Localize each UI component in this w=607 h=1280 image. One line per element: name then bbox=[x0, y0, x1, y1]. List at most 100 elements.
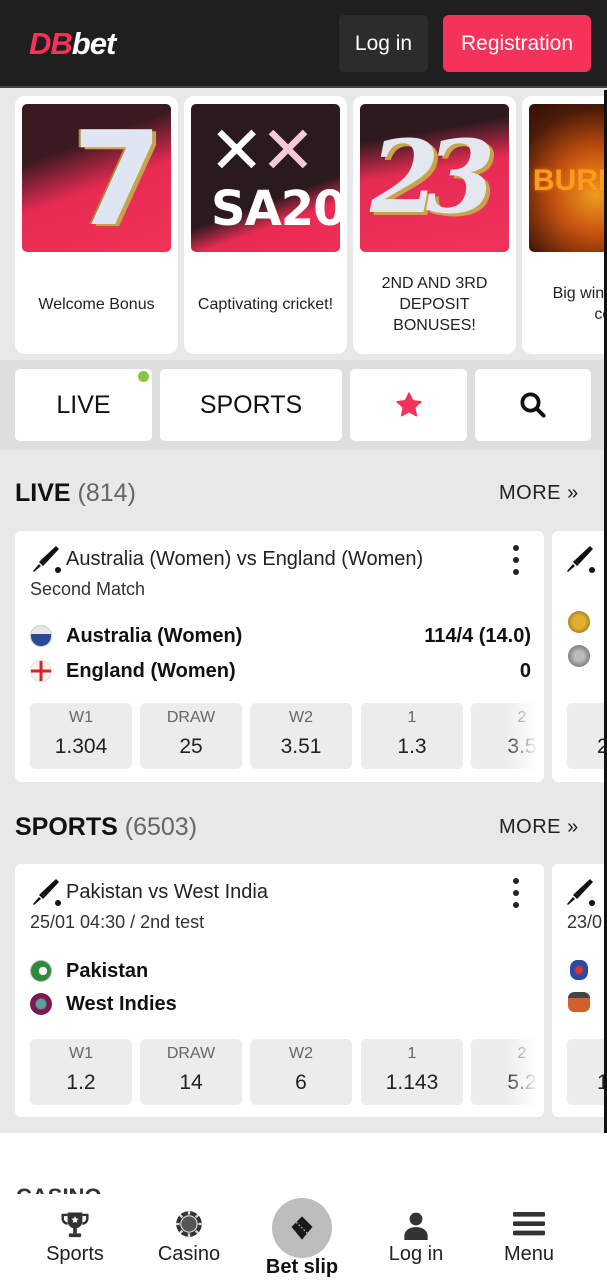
live-indicator-dot bbox=[138, 371, 149, 382]
live-more-link[interactable]: MORE » bbox=[499, 482, 579, 505]
sports-count: (6503) bbox=[124, 813, 198, 841]
odd-label: W1 bbox=[69, 1045, 93, 1062]
registration-button[interactable]: Registration bbox=[443, 15, 591, 72]
nav-label: Casino bbox=[157, 1243, 221, 1265]
tab-search[interactable] bbox=[475, 369, 591, 441]
promo-caption: 2ND AND 3RD DEPOSIT BONUSES! bbox=[381, 274, 488, 334]
odd-button[interactable]: 1 bbox=[567, 1039, 607, 1105]
odd-button-w1[interactable]: W1 1.304 bbox=[30, 703, 132, 769]
promo-card-deposit-bonuses[interactable]: 23 2ND AND 3RD DEPOSIT BONUSES! bbox=[353, 96, 516, 354]
cricket-bat-icon bbox=[567, 546, 595, 573]
sports-section-title: SPORTS (6503) bbox=[15, 812, 197, 842]
odd-value: 14 bbox=[179, 1071, 203, 1094]
nav-betslip-label[interactable]: Bet slip bbox=[250, 1256, 354, 1279]
nav-label: Menu bbox=[503, 1243, 555, 1265]
odd-button-w2[interactable]: W2 6 bbox=[250, 1039, 352, 1105]
odd-label: 1 bbox=[407, 709, 417, 726]
more-label: MORE bbox=[499, 482, 561, 504]
odd-button-w2[interactable]: W2 3.51 bbox=[250, 703, 352, 769]
trophy-icon bbox=[61, 1212, 89, 1238]
team-logo-icon bbox=[568, 645, 590, 667]
odd-value: 6 bbox=[295, 1071, 307, 1094]
team-logo-icon bbox=[568, 611, 590, 633]
event-title: Pakistan vs West India bbox=[66, 880, 268, 903]
star-icon bbox=[395, 392, 422, 417]
promo-carousel[interactable]: 7 Welcome Bonus ✕✕ SA20 Captivating cric… bbox=[0, 90, 607, 360]
sports-more-link[interactable]: MORE » bbox=[499, 816, 579, 839]
sports-section-header: SPORTS (6503) MORE » bbox=[0, 798, 607, 858]
live-event-card-next[interactable]: 2 bbox=[552, 531, 607, 782]
live-section-title: LIVE (814) bbox=[15, 478, 136, 508]
odd-button[interactable]: 2 bbox=[567, 703, 607, 769]
burning-hot-text: BURN HO bbox=[533, 164, 607, 197]
team-logo-icon bbox=[568, 992, 590, 1012]
more-label: MORE bbox=[499, 816, 561, 838]
odd-label: DRAW bbox=[166, 709, 216, 726]
tab-sports-label: SPORTS bbox=[199, 390, 303, 419]
cricket-bat-icon bbox=[33, 879, 61, 906]
sports-event-card-next[interactable]: 23/0 1 bbox=[552, 864, 607, 1117]
sports-title: SPORTS bbox=[15, 813, 118, 841]
promo-caption: Welcome Bonus bbox=[38, 295, 155, 313]
event-subtitle: 25/01 04:30 / 2nd test bbox=[30, 912, 205, 932]
nav-sports[interactable]: Sports bbox=[20, 1198, 130, 1280]
team-logo-icon bbox=[570, 960, 588, 980]
promo-card-cricket[interactable]: ✕✕ SA20 Captivating cricket! bbox=[184, 96, 347, 354]
pakistan-flag-icon bbox=[30, 960, 52, 982]
odd-button-draw[interactable]: DRAW 14 bbox=[140, 1039, 242, 1105]
tab-sports[interactable]: SPORTS bbox=[160, 369, 342, 441]
event-subtitle: 23/0 bbox=[567, 912, 603, 932]
promo-image-seven: 7 bbox=[22, 104, 171, 252]
more-options-icon[interactable] bbox=[504, 543, 528, 577]
nav-menu[interactable]: Menu bbox=[474, 1198, 584, 1280]
odd-value: 1.304 bbox=[54, 735, 108, 758]
team-score: 114/4 (14.0) bbox=[424, 624, 531, 647]
odd-button-2[interactable]: 2 5.2 bbox=[471, 1039, 544, 1105]
odd-button-w1[interactable]: W1 1.2 bbox=[30, 1039, 132, 1105]
logo-db: DB bbox=[29, 26, 73, 61]
promo-card-welcome-bonus[interactable]: 7 Welcome Bonus bbox=[15, 96, 178, 354]
team-row: West Indies bbox=[30, 991, 530, 1017]
event-title: Australia (Women) vs England (Women) bbox=[66, 547, 424, 570]
england-flag-icon bbox=[30, 660, 52, 682]
top-header: DBbet Log in Registration bbox=[0, 0, 607, 88]
promo-caption: Big wins around com bbox=[552, 285, 607, 323]
sports-event-card[interactable]: Pakistan vs West India 25/01 04:30 / 2nd… bbox=[15, 864, 544, 1117]
search-icon bbox=[520, 392, 546, 418]
hamburger-menu-icon bbox=[513, 1212, 545, 1236]
login-button[interactable]: Log in bbox=[339, 15, 428, 72]
odd-value: 3.51 bbox=[280, 735, 322, 758]
nav-betslip-button[interactable] bbox=[272, 1198, 332, 1258]
odd-button-1[interactable]: 1 1.143 bbox=[361, 1039, 463, 1105]
odd-label: W1 bbox=[69, 709, 93, 726]
tab-live[interactable]: LIVE bbox=[15, 369, 152, 441]
odd-value: 25 bbox=[179, 735, 203, 758]
nav-login[interactable]: Log in bbox=[361, 1198, 471, 1280]
team-name: Pakistan bbox=[66, 959, 149, 982]
odd-button-2[interactable]: 2 3.5 bbox=[471, 703, 544, 769]
event-header: Australia (Women) vs England (Women) bbox=[30, 543, 504, 575]
bottom-navigation: Sports Casino Bet slip Log in Menu bbox=[0, 1198, 607, 1280]
odd-label: 2 bbox=[517, 1045, 527, 1062]
more-options-icon[interactable] bbox=[504, 876, 528, 910]
team-name: Australia (Women) bbox=[66, 624, 243, 647]
nav-casino[interactable]: Casino bbox=[134, 1198, 244, 1280]
west-indies-flag-icon bbox=[30, 993, 52, 1015]
team-row: Pakistan bbox=[30, 958, 530, 984]
odd-label: W2 bbox=[289, 709, 313, 726]
promo-image-sa20: ✕✕ SA20 bbox=[191, 104, 340, 252]
tab-favorites[interactable] bbox=[350, 369, 467, 441]
odd-button-1[interactable]: 1 1.3 bbox=[361, 703, 463, 769]
promo-card-burning-hot[interactable]: BURN HO Big wins around com bbox=[522, 96, 607, 354]
double-chevron-right-icon: » bbox=[567, 816, 579, 838]
odd-button-draw[interactable]: DRAW 25 bbox=[140, 703, 242, 769]
event-subtitle: Second Match bbox=[30, 579, 146, 599]
dbbet-logo[interactable]: DBbet bbox=[29, 26, 116, 62]
team-row: England (Women) 0 bbox=[30, 658, 531, 684]
odd-value: 1.143 bbox=[385, 1071, 439, 1094]
odd-label: 2 bbox=[517, 709, 527, 726]
live-event-card[interactable]: Australia (Women) vs England (Women) Sec… bbox=[15, 531, 544, 782]
live-section-header: LIVE (814) MORE » bbox=[0, 464, 607, 524]
australia-flag-icon bbox=[30, 625, 52, 647]
odd-value: 3.5 bbox=[507, 735, 537, 758]
